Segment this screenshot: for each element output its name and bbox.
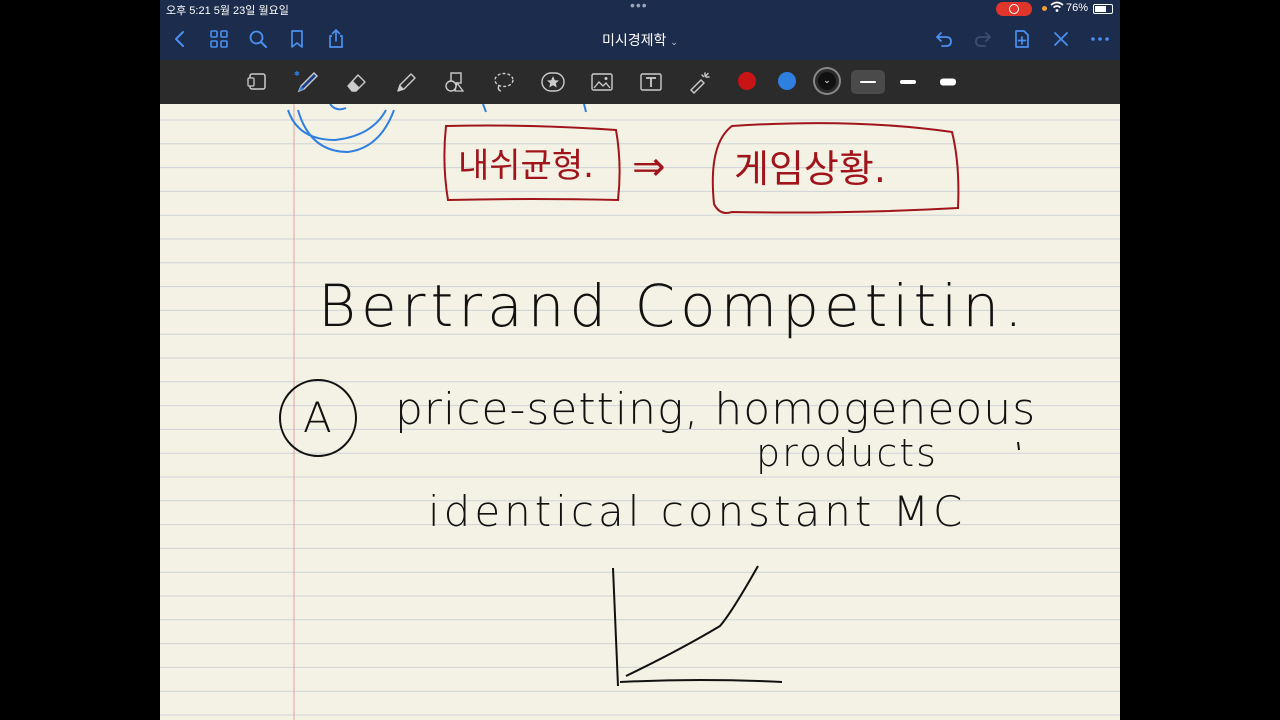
axes-sketch <box>612 565 783 687</box>
sticker-icon[interactable] <box>539 69 567 95</box>
thickness-thick-bar <box>940 78 956 86</box>
color-swatch-black[interactable]: ⌄ <box>818 72 836 90</box>
eraser-icon[interactable] <box>343 69 371 95</box>
lasso-icon[interactable] <box>490 69 518 95</box>
heading-bertrand: Bertrand Competitin. <box>318 272 1028 340</box>
korean-note-left: 내쉬균형. <box>458 146 594 186</box>
more-icon[interactable] <box>1089 28 1111 50</box>
note-canvas[interactable]: 내쉬균형. ⇒ 게임상황. Bertrand Competitin. A pri… <box>160 104 1120 720</box>
line-price-setting: price-setting, homogeneous <box>395 384 1036 435</box>
status-time: 오후 5:21 5월 23일 월요일 <box>166 5 289 17</box>
drawing-toolbar: ✱ ⌄ <box>160 60 1120 104</box>
thickness-thin[interactable] <box>851 70 885 94</box>
thickness-thick[interactable] <box>931 70 965 94</box>
text-icon[interactable] <box>637 69 665 95</box>
mic-indicator-icon <box>1042 6 1047 11</box>
battery-icon <box>1093 4 1113 14</box>
navigation-bar: 미시경제학 ⌄ <box>160 18 1120 60</box>
shapes-icon[interactable] <box>441 69 469 95</box>
thickness-medium[interactable] <box>891 70 925 94</box>
laser-pointer-icon[interactable] <box>686 69 714 95</box>
implies-arrow: ⇒ <box>632 144 666 190</box>
thickness-thin-bar <box>860 81 876 83</box>
wifi-icon <box>1050 1 1064 16</box>
svg-text:✱: ✱ <box>294 70 300 78</box>
note-page[interactable]: 내쉬균형. ⇒ 게임상황. Bertrand Competitin. A pri… <box>160 104 1120 720</box>
status-bar: 오후 5:21 5월 23일 월요일 ••• 76% <box>160 0 1120 18</box>
close-icon[interactable] <box>1050 28 1072 50</box>
line-products: products <box>756 431 938 475</box>
redo-icon[interactable] <box>972 28 994 50</box>
screen-recording-icon[interactable] <box>996 2 1032 16</box>
thickness-medium-bar <box>900 80 916 84</box>
image-icon[interactable] <box>588 69 616 95</box>
multitasking-dots-icon[interactable]: ••• <box>630 0 648 13</box>
color-swatch-blue[interactable] <box>778 72 796 90</box>
blue-ink-scribble <box>287 104 587 154</box>
korean-note-right: 게임상황. <box>734 147 886 191</box>
battery-level <box>1095 6 1106 12</box>
highlighter-icon[interactable] <box>392 69 420 95</box>
tick-mark <box>1017 441 1020 451</box>
color-swatch-red[interactable] <box>738 72 756 90</box>
undo-icon[interactable] <box>933 28 955 50</box>
chevron-down-icon: ⌄ <box>670 37 678 47</box>
add-page-icon[interactable] <box>1011 28 1033 50</box>
line-identical-mc: identical constant MC <box>428 487 966 536</box>
read-mode-icon[interactable] <box>244 69 272 95</box>
item-marker: A <box>303 393 332 442</box>
tablet-screen: 오후 5:21 5월 23일 월요일 ••• 76% 미시경제학 ⌄ ✱ ⌄ 내… <box>160 0 1120 720</box>
pen-icon[interactable]: ✱ <box>294 69 322 95</box>
document-title-text: 미시경제학 <box>602 32 667 48</box>
battery-percent: 76% <box>1066 2 1089 14</box>
